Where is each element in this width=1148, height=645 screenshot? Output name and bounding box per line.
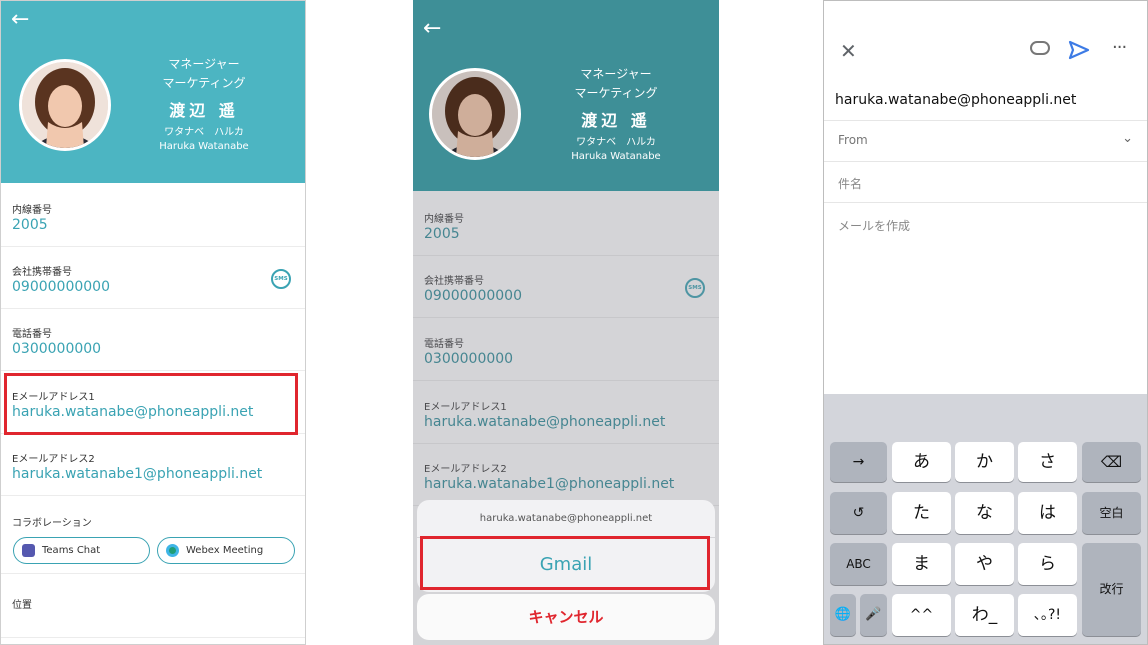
microphone-icon[interactable]: 🎤 [860,594,887,636]
highlight-frame [420,536,710,590]
subject-row[interactable]: 件名 [824,162,1147,203]
contact-detail-screen: ← マネージャー マーケティング 渡辺 遥 ワタナベ ハルカ Haruka Wa… [0,0,306,645]
department: マーケティング [162,76,246,90]
sms-icon[interactable]: SMS [271,269,291,289]
to-row[interactable]: haruka.watanabe@phoneappli.net [824,81,1147,121]
profile-header: ← マネージャー マーケティング 渡辺 遥 ワタナベ ハルカ Haruka Wa… [1,1,305,183]
key-ma[interactable]: ま [892,543,951,585]
key-abc[interactable]: ABC [830,543,887,585]
body-field[interactable]: メールを作成 [838,217,910,234]
chevron-down-icon[interactable]: ⌄ [1122,131,1133,146]
key-ya[interactable]: や [955,543,1014,585]
teams-icon [22,544,35,557]
teams-chat-button[interactable]: Teams Chat [13,537,150,564]
avatar [429,68,521,160]
webex-icon [166,544,179,557]
key-ta[interactable]: た [892,492,951,534]
to-recipient[interactable]: haruka.watanabe@phoneappli.net [835,92,1076,108]
contact-kana: ワタナベ ハルカ [576,137,656,148]
key-return[interactable]: 改行 [1082,543,1141,636]
profile-info: マネージャー マーケティング 渡辺 遥 ワタナベ ハルカ Haruka Wata… [533,65,699,163]
field-location: 位置 [1,576,305,638]
key-ka[interactable]: か [955,442,1014,482]
key-wa[interactable]: わ_ [955,594,1014,636]
job-title: マネージャー [580,67,652,81]
highlight-frame [4,373,298,435]
field-label: 会社携帯番号 [12,267,72,278]
key-ra[interactable]: ら [1018,543,1077,585]
cancel-button[interactable]: キャンセル [417,594,715,640]
more-icon[interactable]: ··· [1112,37,1127,58]
action-sheet-screen: ← マネージャー マーケティング 渡辺 遥 ワタナベ ハルカ Haruka Wa… [413,0,719,645]
webex-meeting-label: Webex Meeting [186,545,264,556]
backspace-icon[interactable]: ⌫ [1082,442,1141,482]
contact-romaji: Haruka Watanabe [571,151,661,162]
department: マーケティング [574,86,658,100]
back-arrow-icon[interactable]: ← [11,7,29,32]
send-icon[interactable] [1068,40,1090,60]
key-sa[interactable]: さ [1018,442,1077,482]
field-phone[interactable]: 電話番号 0300000000 [1,309,305,371]
field-value[interactable]: 09000000000 [12,279,110,295]
japanese-keyboard: → あ か さ ⌫ ↺ た な は 空白 ABC ま や ら 改行 🌐 🎤 ^^… [824,394,1147,644]
webex-meeting-button[interactable]: Webex Meeting [157,537,295,564]
field-value[interactable]: 2005 [12,217,48,233]
close-icon[interactable]: ✕ [840,39,857,63]
collab-label: コラボレーション [12,518,92,529]
action-sheet-title: haruka.watanabe@phoneappli.net [417,500,715,538]
profile-header: ← マネージャー マーケティング 渡辺 遥 ワタナベ ハルカ Haruka Wa… [413,0,719,191]
key-a[interactable]: あ [892,442,951,482]
key-emoticon[interactable]: ^^ [892,594,951,636]
job-title: マネージャー [168,57,240,71]
attach-icon[interactable] [1030,41,1050,55]
field-value[interactable]: 0300000000 [12,341,101,357]
field-label: 電話番号 [12,329,52,340]
location-label: 位置 [12,600,32,611]
field-mobile[interactable]: 会社携帯番号 09000000000 SMS [1,247,305,309]
key-right-arrow[interactable]: → [830,442,887,482]
from-row[interactable]: From ⌄ [824,121,1147,162]
field-extension[interactable]: 内線番号 2005 [1,185,305,247]
contact-kana: ワタナベ ハルカ [164,127,244,138]
gmail-compose-screen: ✕ ··· haruka.watanabe@phoneappli.net Fro… [823,0,1148,645]
field-email-2[interactable]: Eメールアドレス2 haruka.watanabe1@phoneappli.ne… [1,434,305,496]
contact-name: 渡辺 遥 [581,111,651,130]
teams-chat-label: Teams Chat [42,545,101,556]
key-space[interactable]: 空白 [1082,492,1141,534]
contact-name: 渡辺 遥 [169,101,239,120]
field-label: Eメールアドレス2 [12,454,95,465]
field-value[interactable]: haruka.watanabe1@phoneappli.net [12,466,262,482]
globe-icon[interactable]: 🌐 [830,594,856,636]
field-label: 内線番号 [12,205,52,216]
key-na[interactable]: な [955,492,1014,534]
key-punctuation[interactable]: ､｡?! [1018,594,1077,636]
profile-info: マネージャー マーケティング 渡辺 遥 ワタナベ ハルカ Haruka Wata… [121,55,287,153]
subject-field[interactable]: 件名 [838,175,862,192]
cancel-sheet: キャンセル [417,594,715,640]
undo-icon[interactable]: ↺ [830,492,887,534]
back-arrow-icon[interactable]: ← [423,16,441,41]
contact-romaji: Haruka Watanabe [159,141,249,152]
key-ha[interactable]: は [1018,492,1077,534]
from-label: From [838,133,868,147]
avatar [19,59,111,151]
